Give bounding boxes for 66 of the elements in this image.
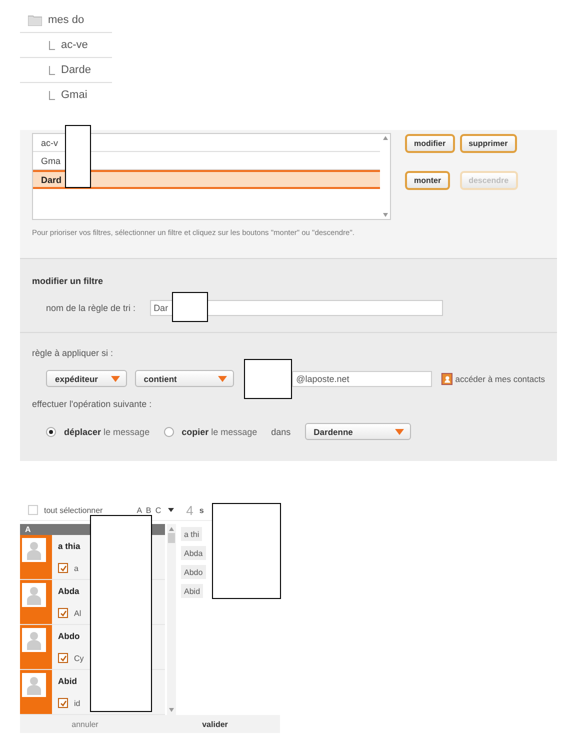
scrollbar[interactable] <box>167 524 176 715</box>
tree-branch-icon <box>49 90 55 100</box>
caret-icon[interactable] <box>168 508 174 512</box>
folder-icon <box>28 14 42 26</box>
selected-contact[interactable]: Abdo <box>181 565 206 579</box>
selected-contact[interactable]: Abid <box>181 584 204 598</box>
action-label: effectuer l'opération suivante : <box>32 399 152 409</box>
selected-contact[interactable]: Abda <box>181 546 206 560</box>
action-button[interactable]: monter <box>405 171 450 190</box>
scroll-down-icon[interactable] <box>169 708 174 712</box>
rule-label: règle à appliquer si : <box>32 348 114 358</box>
contact-name: Abid <box>58 676 78 686</box>
scroll-up-icon[interactable] <box>169 527 174 531</box>
contact-detail: Al <box>74 608 82 618</box>
operator-select[interactable]: contient <box>134 370 234 387</box>
caret-icon <box>218 376 228 382</box>
subfolder-label[interactable]: ac-ve <box>61 39 88 51</box>
cancel-button[interactable]: annuler <box>20 715 150 733</box>
contacts-link[interactable]: accéder à mes contacts <box>455 374 545 384</box>
checkbox[interactable] <box>28 505 38 515</box>
subfolder-label[interactable]: Darde <box>61 64 91 76</box>
radio-button[interactable] <box>46 426 56 436</box>
checkbox[interactable] <box>58 608 68 618</box>
folder-select[interactable]: Dardenne <box>304 423 411 440</box>
contact-detail: a <box>74 564 78 572</box>
contact-name: Abdo <box>58 631 81 641</box>
sort-label[interactable]: A B C <box>136 506 162 514</box>
folder-label[interactable]: mes do <box>48 14 84 26</box>
scroll-up-icon[interactable] <box>382 136 388 140</box>
contact-name: Abda <box>58 586 80 596</box>
checkbox[interactable] <box>58 698 68 708</box>
contact-detail: id <box>74 698 80 708</box>
avatar-icon <box>22 583 46 607</box>
scroll-down-icon[interactable] <box>382 213 388 217</box>
checkbox[interactable] <box>58 653 68 663</box>
confirm-button[interactable]: valider <box>150 715 280 733</box>
checkbox[interactable] <box>58 563 68 573</box>
avatar-icon <box>22 538 46 562</box>
avatar-icon <box>22 673 46 697</box>
redaction-box <box>172 292 208 322</box>
contact-detail: Cy <box>74 654 84 662</box>
in-label: dans <box>271 426 291 436</box>
contacts-book-icon[interactable] <box>440 372 454 386</box>
caret-icon <box>394 428 404 434</box>
avatar-icon <box>22 628 46 652</box>
tree-branch-icon <box>49 40 55 50</box>
filter-row[interactable]: Dard <box>33 170 380 189</box>
name-label: nom de la règle de tri : <box>46 303 136 313</box>
action-button[interactable]: modifier <box>405 134 455 153</box>
caret-icon <box>110 376 120 382</box>
radio-label: copier le message <box>182 426 258 436</box>
count-text: 4 <box>186 502 194 518</box>
contact-name: a thia <box>58 541 82 551</box>
section-title: modifier un filtre <box>32 276 104 286</box>
subfolder-label[interactable]: Gmai <box>61 89 88 101</box>
radio-button[interactable] <box>164 426 174 436</box>
redaction-box <box>244 358 292 398</box>
field-select[interactable]: expéditeur <box>46 370 127 387</box>
scroll-thumb[interactable] <box>168 533 175 543</box>
radio-label: déplacer le message <box>64 426 150 436</box>
address-field[interactable]: @laposte.net <box>292 370 432 386</box>
tree-branch-icon <box>49 66 55 74</box>
select-all-label[interactable]: tout sélectionner <box>44 506 103 514</box>
action-button[interactable]: supprimer <box>460 134 517 153</box>
count-label: s <box>199 506 204 514</box>
selected-contact[interactable]: a thi <box>181 527 202 541</box>
